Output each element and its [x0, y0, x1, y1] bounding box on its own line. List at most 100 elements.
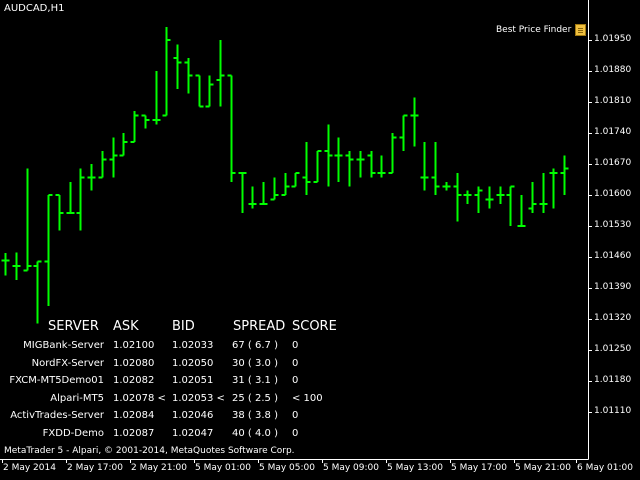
table-cell: 0	[292, 357, 299, 369]
ohlc-bar	[410, 97, 419, 147]
ohlc-bar	[259, 181, 268, 205]
ohlc-bar	[12, 252, 21, 281]
table-cell: 1.02053 <	[172, 392, 225, 404]
ohlc-bar	[474, 186, 483, 213]
time-tick-label: 2 May 2014	[3, 463, 56, 473]
price-tick-label: 1.01530	[594, 220, 632, 230]
ohlc-bar	[302, 141, 311, 196]
ohlc-bar	[281, 172, 290, 197]
price-tick-label: 1.01390	[594, 282, 632, 292]
time-tick-label: 5 May 09:00	[323, 463, 379, 473]
copyright-text: MetaTrader 5 - Alpari, © 2001-2014, Meta…	[4, 446, 295, 456]
best-price-finder-button[interactable]: Best Price Finder	[496, 24, 587, 36]
table-cell: 1.02080	[113, 357, 155, 369]
price-tick-label: 1.01600	[594, 189, 632, 199]
ohlc-bar	[270, 177, 279, 201]
ohlc-bar	[173, 44, 182, 89]
ohlc-bar	[345, 150, 354, 187]
price-tick-label: 1.01670	[594, 158, 632, 168]
table-header: ASK	[113, 319, 139, 334]
best-price-finder-label: Best Price Finder	[496, 25, 572, 35]
ohlc-bar	[377, 155, 386, 178]
ohlc-bar	[109, 137, 118, 178]
ohlc-bar	[560, 155, 569, 196]
time-tick-label: 2 May 17:00	[67, 463, 123, 473]
ohlc-bar	[98, 150, 107, 179]
ohlc-bar	[324, 124, 333, 187]
table-cell: < 100	[292, 392, 323, 404]
ohlc-bar	[238, 171, 247, 213]
ohlc-bar	[420, 141, 429, 191]
table-cell: 1.02084	[113, 410, 155, 422]
ohlc-bar	[313, 149, 322, 183]
ohlc-bar	[205, 75, 214, 108]
ohlc-bar	[184, 57, 193, 94]
table-cell: 25 ( 2.5 )	[232, 392, 278, 404]
ohlc-bar	[216, 40, 225, 107]
ohlc-bar	[356, 150, 365, 178]
price-tick-label: 1.01880	[594, 65, 632, 75]
time-tick-label: 5 May 05:00	[259, 463, 315, 473]
price-tick-label: 1.01950	[594, 34, 632, 44]
price-tick-label: 1.01110	[594, 406, 632, 416]
ohlc-bar	[162, 26, 171, 117]
ohlc-bar	[119, 133, 128, 157]
price-chart[interactable]	[0, 0, 640, 480]
ohlc-bar	[442, 181, 451, 191]
ohlc-bar	[431, 141, 440, 196]
ohlc-bar	[152, 71, 161, 125]
ohlc-bar	[33, 260, 42, 324]
ohlc-bar	[76, 168, 85, 231]
note-icon	[575, 24, 587, 36]
ohlc-bar	[141, 114, 150, 129]
ohlc-bar	[23, 168, 32, 272]
ohlc-bar	[291, 171, 300, 188]
ohlc-bar	[496, 186, 505, 204]
price-tick-label: 1.01320	[594, 313, 632, 323]
ohlc-bar	[485, 186, 494, 209]
table-header: BID	[172, 319, 195, 334]
ohlc-bar	[66, 181, 75, 214]
table-cell: 1.02087	[113, 428, 155, 439]
time-tick-label: 2 May 21:00	[131, 463, 187, 473]
ohlc-bar	[195, 74, 204, 108]
table-cell: 0	[292, 340, 299, 351]
price-tick-label: 1.01740	[594, 127, 632, 137]
table-cell: 0	[292, 410, 299, 422]
table-cell: 30 ( 3.0 )	[232, 357, 278, 369]
ohlc-bar	[367, 150, 376, 178]
ohlc-bar	[334, 137, 343, 182]
server-name-cell: MIGBank-Server	[23, 340, 104, 351]
ohlc-bar	[44, 194, 53, 306]
table-cell: 67 ( 6.7 )	[232, 340, 278, 351]
server-name-cell: FXDD-Demo	[42, 428, 104, 439]
table-cell: 40 ( 4.0 )	[232, 428, 278, 439]
table-cell: 1.02046	[172, 410, 214, 422]
ohlc-bar	[549, 168, 558, 209]
time-tick-label: 6 May 01:00	[577, 463, 633, 473]
table-header: SPREAD	[233, 319, 286, 334]
table-cell: 1.02050	[172, 357, 214, 369]
price-tick-label: 1.01810	[594, 96, 632, 106]
ohlc-bar	[388, 133, 397, 174]
ohlc-bar	[517, 195, 526, 228]
server-name-cell: FXCM-MT5Demo01	[9, 375, 104, 387]
server-name-cell: Alpari-MT5	[50, 392, 104, 404]
table-cell: 0	[292, 375, 299, 387]
server-name-cell: NordFX-Server	[31, 357, 104, 369]
ohlc-bar	[130, 110, 139, 143]
ohlc-bar	[1, 253, 10, 276]
table-cell: 0	[292, 428, 299, 439]
ohlc-bar	[55, 194, 64, 231]
price-tick-label: 1.01180	[594, 375, 632, 385]
price-tick-label: 1.01460	[594, 251, 632, 261]
table-header: SERVER	[48, 319, 99, 334]
ohlc-bar	[506, 185, 515, 227]
ohlc-bar	[87, 164, 96, 191]
table-cell: 1.02100	[113, 340, 155, 351]
server-name-cell: ActivTrades-Server	[10, 410, 104, 422]
time-tick-label: 5 May 01:00	[195, 463, 251, 473]
table-cell: 1.02051	[172, 375, 214, 387]
ohlc-bar	[463, 190, 472, 204]
time-tick-label: 5 May 17:00	[451, 463, 507, 473]
